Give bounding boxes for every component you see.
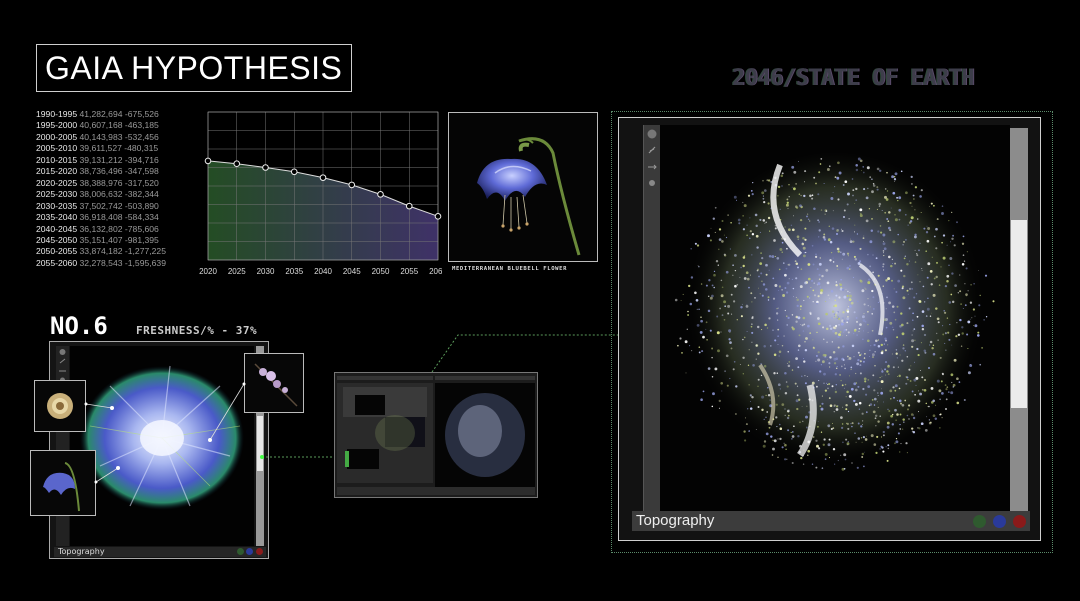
red-button[interactable] <box>1013 515 1026 528</box>
scrollbar[interactable] <box>1010 128 1028 512</box>
green-button[interactable] <box>972 515 986 528</box>
arrow-tool-icon[interactable] <box>648 164 657 170</box>
topography-3d-view[interactable] <box>660 125 1010 515</box>
circle-tool-icon[interactable] <box>647 129 657 139</box>
fill-tool-icon[interactable] <box>649 180 655 186</box>
scrollbar-thumb[interactable] <box>1011 220 1027 408</box>
blue-button[interactable] <box>992 515 1006 528</box>
pen-tool-icon[interactable] <box>648 146 656 154</box>
toolbar <box>643 125 660 515</box>
main-viewer-window: Topography <box>618 117 1041 541</box>
workspace-screenshot[interactable] <box>334 372 538 498</box>
status-label: Topography <box>636 512 715 529</box>
status-bar: Topography <box>632 511 1030 531</box>
